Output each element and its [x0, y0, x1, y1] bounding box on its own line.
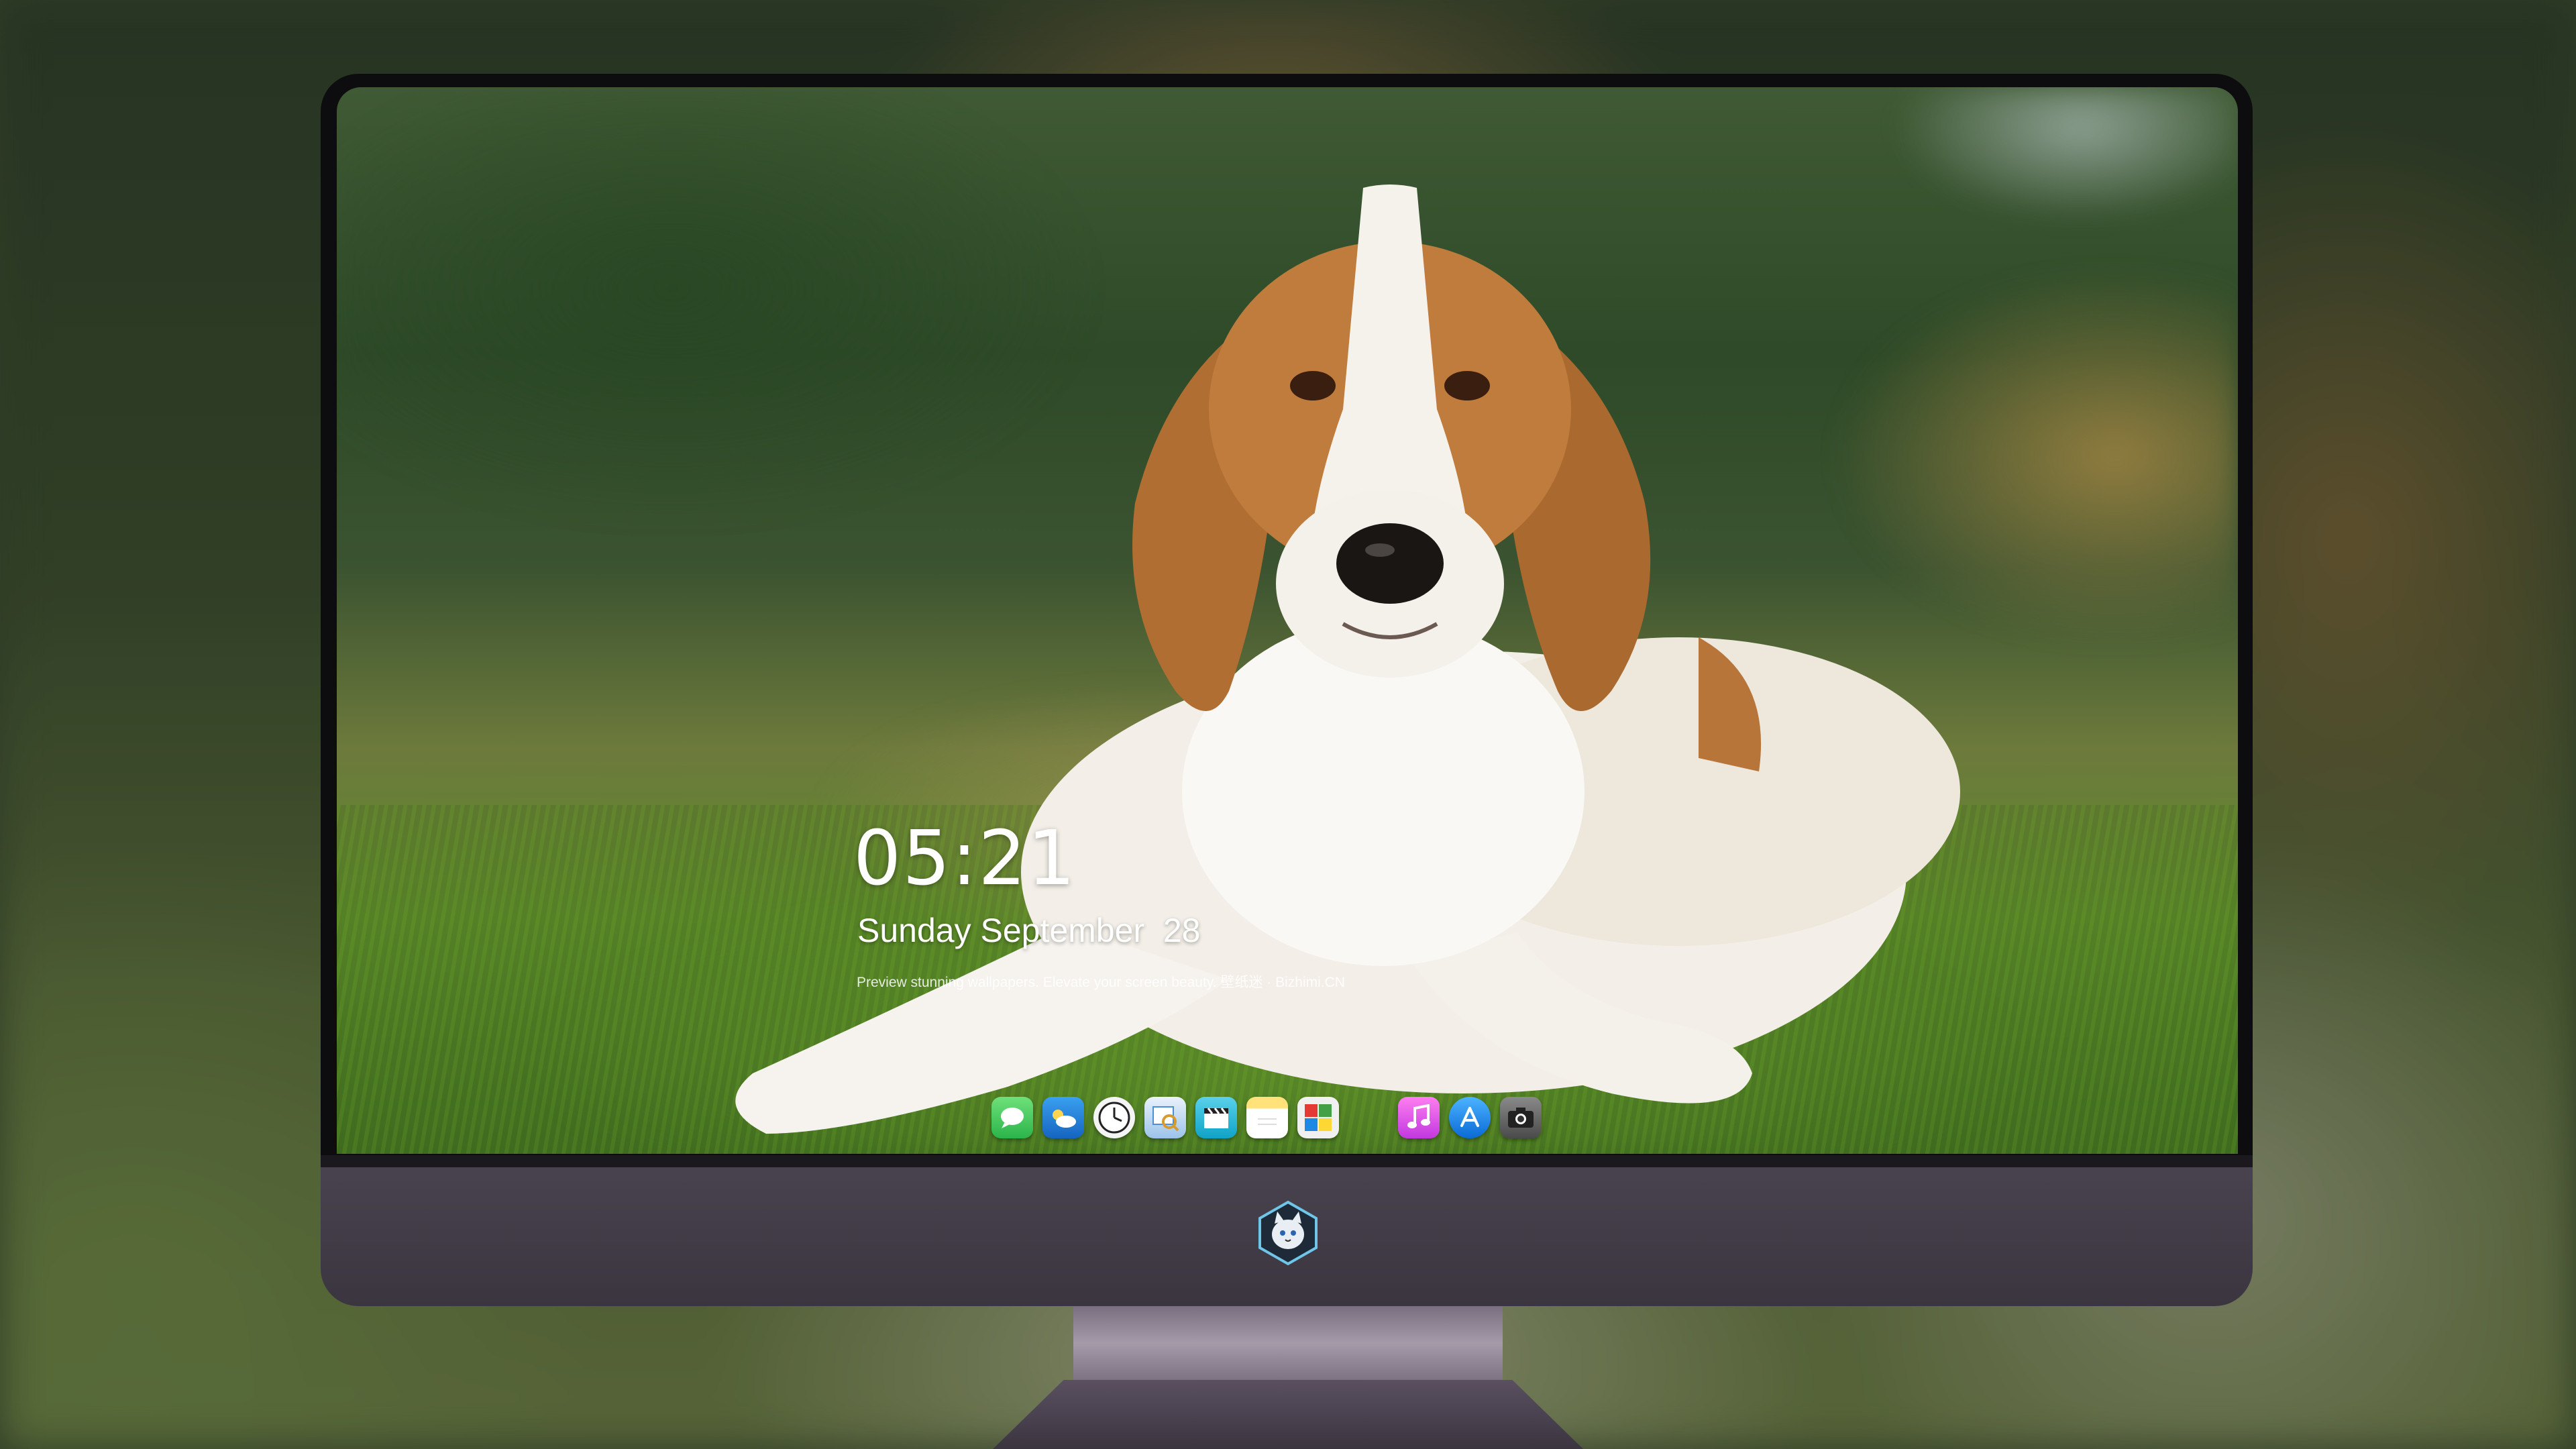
speech-bubble-icon — [1001, 1108, 1024, 1128]
dock-photo-booth[interactable] — [1297, 1097, 1339, 1138]
dock-app-store[interactable] — [1449, 1097, 1491, 1138]
monitor-stand-base — [993, 1380, 1583, 1449]
photo-grid-icon — [1305, 1104, 1332, 1131]
dock-weather[interactable] — [1042, 1097, 1084, 1138]
dock-clips[interactable] — [1195, 1097, 1237, 1138]
wallpaper-tagline: Preview stunning wallpapers. Elevate you… — [857, 975, 1345, 990]
app-store-a-icon — [1460, 1107, 1479, 1127]
cat-badge-logo — [1258, 1200, 1318, 1266]
music-note-icon — [1407, 1104, 1430, 1128]
lock-screen-clock: 05:21 — [853, 815, 1077, 902]
wallpaper-dog — [735, 184, 1960, 1134]
dock-notes[interactable] — [1246, 1097, 1288, 1138]
monitor-screen: 05:21 Sunday September 28 Preview stunni… — [337, 87, 2238, 1154]
clapperboard-icon — [1204, 1108, 1228, 1128]
dock-preview[interactable] — [1144, 1097, 1186, 1138]
monitor-chin-edge — [321, 1155, 2253, 1167]
lock-screen-date: Sunday September 28 — [857, 912, 1201, 949]
dock-clock[interactable] — [1093, 1097, 1135, 1138]
dock — [991, 1091, 1542, 1144]
dock-messages[interactable] — [991, 1097, 1033, 1138]
notes-icon — [1258, 1118, 1277, 1125]
magnifier-photo-icon — [1152, 1106, 1179, 1132]
camera-icon — [1508, 1108, 1534, 1128]
dock-camera[interactable] — [1500, 1097, 1542, 1138]
dock-music[interactable] — [1398, 1097, 1440, 1138]
clock-icon — [1098, 1102, 1130, 1134]
cloud-icon — [1053, 1110, 1076, 1128]
monitor-stand-neck — [1073, 1306, 1503, 1380]
